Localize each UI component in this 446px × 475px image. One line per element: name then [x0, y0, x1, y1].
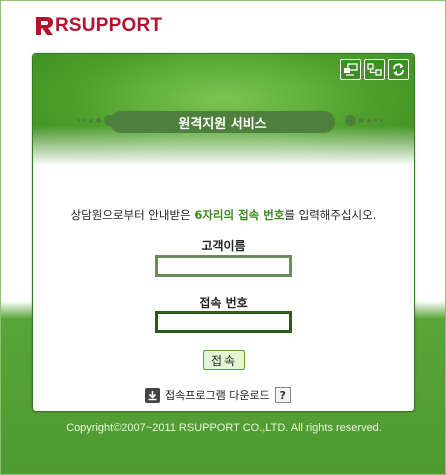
page-title: 원격지원 서비스	[110, 111, 335, 133]
instruction-prefix: 상담원으로부터 안내받은	[70, 208, 195, 222]
help-icon[interactable]: ?	[274, 387, 291, 403]
remote-screen-button[interactable]	[340, 59, 361, 80]
download-icon[interactable]	[145, 387, 160, 403]
network-button[interactable]	[364, 59, 385, 80]
logo-r-icon	[36, 17, 53, 35]
app-window: RSUPPORT 원격지원 서비스 상담원으로부터 안내받은 6자리의 접속 번…	[0, 0, 446, 475]
refresh-button[interactable]	[388, 59, 409, 80]
customer-name-input[interactable]	[155, 255, 292, 277]
rsupport-logo: RSUPPORT	[34, 14, 162, 38]
download-link[interactable]: 접속프로그램 다운로드	[165, 387, 270, 403]
instruction-text: 상담원으로부터 안내받은 6자리의 접속 번호를 입력해주십시오.	[33, 207, 414, 223]
instruction-highlight: 6자리의 접속 번호	[194, 208, 285, 222]
refresh-icon	[393, 63, 404, 76]
download-program: 접속프로그램 다운로드 ?	[145, 386, 291, 404]
access-code-label: 접속 번호	[199, 296, 248, 310]
remote-screen-icon	[344, 63, 358, 76]
toolbar	[340, 59, 409, 80]
network-icon	[367, 63, 382, 76]
title-ornament-right	[345, 115, 383, 126]
copyright-footer: Copyright©2007~2011 RSUPPORT CO.,LTD. Al…	[66, 422, 382, 434]
access-code-input[interactable]	[155, 311, 292, 333]
remote-support-panel: 원격지원 서비스 상담원으로부터 안내받은 6자리의 접속 번호를 입력해주십시…	[32, 53, 415, 412]
instruction-suffix: 를 입력해주십시오.	[284, 208, 377, 222]
connect-button[interactable]: 접속	[203, 350, 245, 370]
customer-name-label: 고객이름	[201, 239, 246, 253]
brand-name: RSUPPORT	[55, 15, 163, 36]
